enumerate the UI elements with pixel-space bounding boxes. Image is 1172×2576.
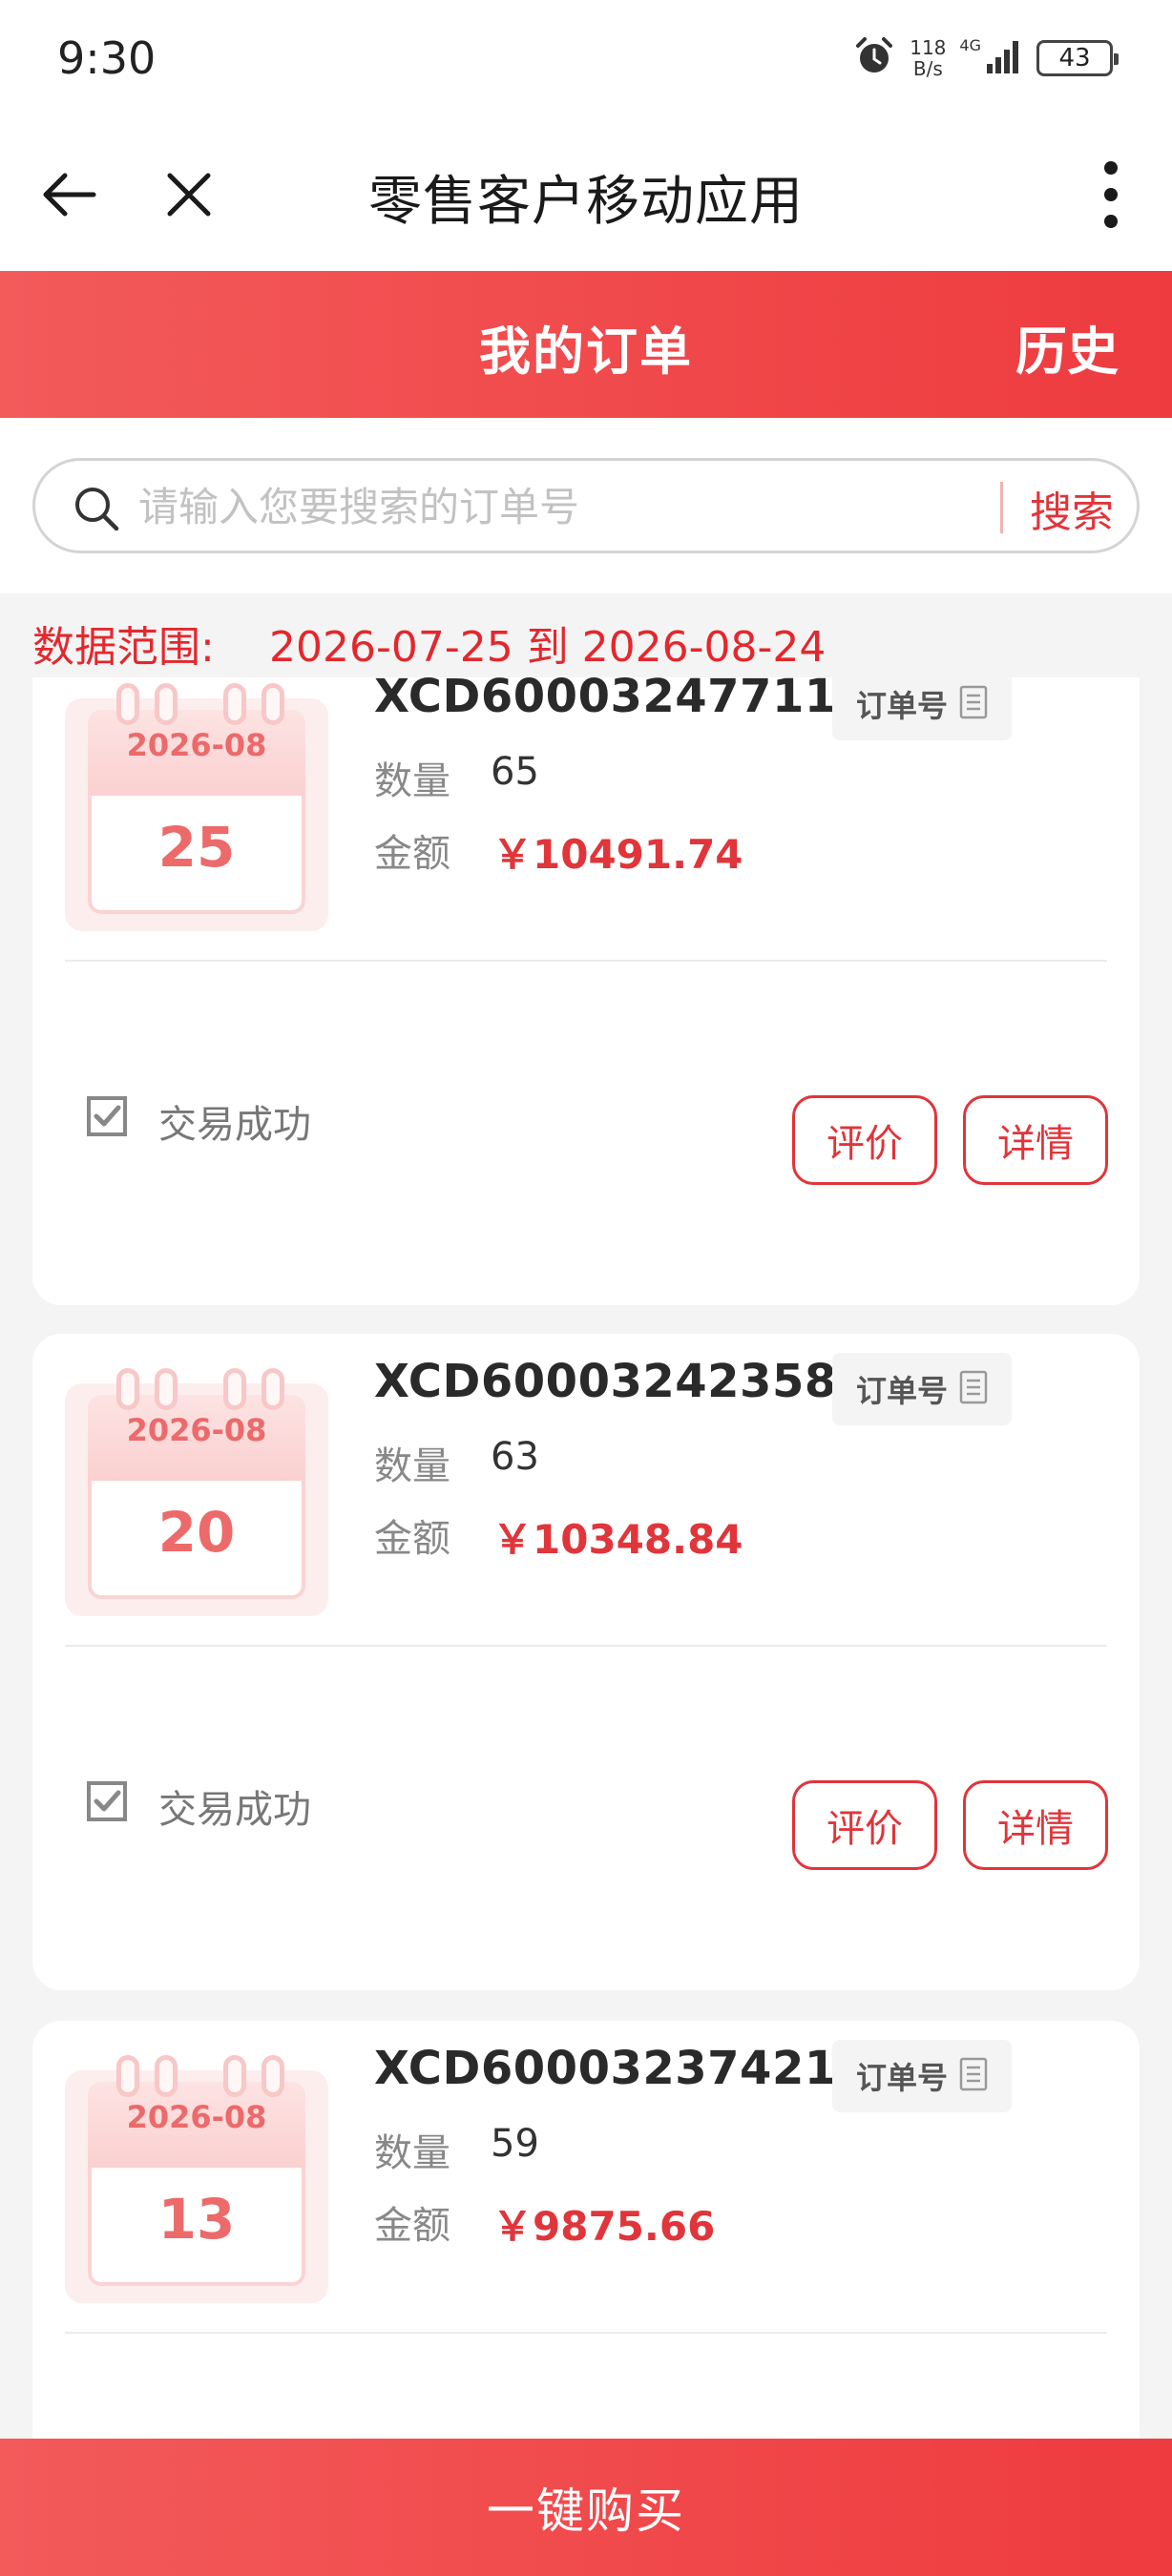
search-area: 搜索 — [0, 418, 1172, 593]
quantity-value: 59 — [491, 2122, 539, 2166]
one-click-buy-label: 一键购买 — [487, 2483, 685, 2539]
order-month: 2026-08 — [126, 727, 267, 763]
search-button[interactable]: 搜索 — [1030, 478, 1114, 539]
calendar-icon: 2026-08 13 — [65, 2055, 328, 2303]
order-number: XCD600032374216 — [374, 2042, 869, 2095]
network-type: 4G — [959, 36, 981, 54]
quantity-value: 65 — [491, 750, 539, 794]
history-link[interactable]: 历史 — [1015, 309, 1119, 384]
order-month: 2026-08 — [126, 1412, 267, 1448]
amount-value: ￥10348.84 — [492, 1516, 743, 1563]
order-card: 2026-08 25 XCD600032477110 订单号 数量 65 金额 … — [32, 677, 1140, 1305]
search-divider — [1000, 482, 1003, 533]
amount-label: 金额 — [374, 2204, 450, 2248]
page-title: 我的订单 — [479, 322, 693, 382]
date-range-label: 数据范围: — [32, 623, 215, 672]
order-number-tag-label: 订单号 — [855, 2060, 948, 2096]
order-day: 20 — [157, 1500, 236, 1565]
document-icon — [959, 685, 988, 723]
orders-header: 我的订单 历史 — [0, 271, 1172, 418]
document-icon — [959, 1370, 988, 1408]
order-status: 交易成功 — [158, 1788, 311, 1832]
signal-icon — [985, 37, 1023, 79]
copy-order-number-button[interactable]: 订单号 — [832, 677, 1012, 740]
order-number: XCD600032423584 — [374, 1355, 869, 1408]
detail-button[interactable]: 详情 — [963, 1780, 1108, 1870]
net-speed-value: 118 — [910, 36, 947, 59]
copy-order-number-button[interactable]: 订单号 — [832, 1353, 1012, 1425]
review-button[interactable]: 评价 — [792, 1095, 937, 1185]
checkbox-checked-icon — [86, 1095, 128, 1137]
checkbox-checked-icon — [86, 1780, 128, 1822]
app-screen: 9:30 118 B/s 4G 43 零售客户移动应用 我的订单 历史 请输入您… — [0, 0, 1172, 2576]
detail-button[interactable]: 详情 — [963, 1095, 1108, 1185]
copy-order-number-button[interactable]: 订单号 — [832, 2040, 1012, 2112]
search-icon — [72, 484, 121, 533]
status-bar: 9:30 118 B/s 4G 43 — [0, 0, 1172, 118]
order-number: XCD600032477110 — [374, 677, 869, 723]
signal-group: 4G — [959, 37, 1023, 79]
amount-label: 金额 — [374, 1517, 450, 1561]
review-button[interactable]: 评价 — [792, 1780, 937, 1870]
document-icon — [959, 2057, 988, 2095]
quantity-value: 63 — [491, 1435, 539, 1479]
status-indicators: 118 B/s 4G 43 — [852, 34, 1119, 82]
order-day: 25 — [157, 815, 236, 880]
amount-value: ￥10491.74 — [492, 831, 743, 878]
order-month: 2026-08 — [126, 2099, 267, 2135]
title-bar: 零售客户移动应用 — [0, 118, 1172, 271]
one-click-buy-button[interactable]: 一键购买 — [0, 2439, 1172, 2576]
quantity-label: 数量 — [374, 2131, 450, 2175]
calendar-icon: 2026-08 25 — [65, 683, 328, 931]
order-number-tag-label: 订单号 — [855, 1373, 948, 1409]
battery-icon: 43 — [1036, 40, 1119, 76]
amount-label: 金额 — [374, 832, 450, 876]
quantity-label: 数量 — [374, 759, 450, 803]
order-number-tag-label: 订单号 — [855, 688, 948, 724]
net-speed-unit: B/s — [912, 57, 943, 80]
alarm-icon — [852, 34, 896, 82]
quantity-label: 数量 — [374, 1444, 450, 1488]
card-divider — [65, 960, 1107, 962]
card-divider — [65, 2332, 1107, 2334]
order-status: 交易成功 — [158, 1103, 311, 1147]
calendar-icon: 2026-08 20 — [65, 1368, 328, 1616]
search-input[interactable] — [138, 474, 997, 539]
net-speed: 118 B/s — [910, 37, 946, 79]
status-time: 9:30 — [57, 32, 157, 84]
battery-level: 43 — [1058, 44, 1091, 73]
app-title: 零售客户移动应用 — [368, 171, 804, 233]
date-range-bar: 数据范围: 2026-07-25 到 2026-08-24 — [0, 593, 1172, 677]
order-card: 2026-08 20 XCD600032423584 订单号 数量 63 金额 … — [32, 1334, 1140, 1990]
search-box: 搜索 — [32, 458, 1140, 553]
order-card: 2026-08 13 XCD600032374216 订单号 数量 59 金额 … — [32, 2021, 1140, 2439]
card-divider — [65, 1645, 1107, 1647]
order-day: 13 — [157, 2187, 236, 2252]
amount-value: ￥9875.66 — [492, 2203, 716, 2250]
date-range-value: 2026-07-25 到 2026-08-24 — [269, 623, 827, 672]
order-list[interactable]: 2026-08 25 XCD600032477110 订单号 数量 65 金额 … — [0, 677, 1172, 2439]
more-vertical-icon[interactable] — [1073, 156, 1149, 233]
